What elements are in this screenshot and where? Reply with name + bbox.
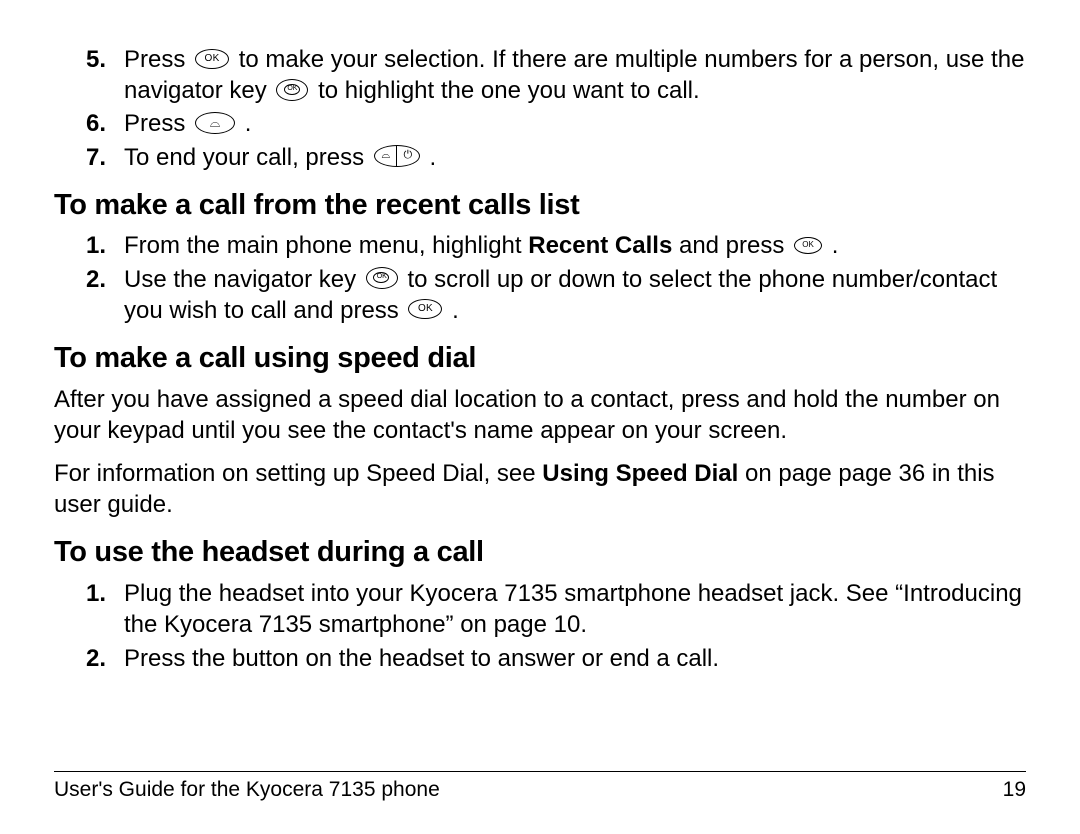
power-icon-half: ⏻ bbox=[396, 146, 419, 166]
page: 5. Press OK to make your selection. If t… bbox=[0, 0, 1080, 834]
step-number: 2. bbox=[86, 643, 124, 674]
step-text: From the main phone menu, highlight Rece… bbox=[124, 230, 1026, 261]
step-text: Press ⌓ . bbox=[124, 108, 1026, 139]
step-text: Use the navigator key to scroll up or do… bbox=[124, 264, 1026, 326]
steps-recent-calls: 1. From the main phone menu, highlight R… bbox=[54, 230, 1026, 326]
text-fragment: . bbox=[452, 297, 459, 324]
ok-button-icon: OK bbox=[794, 237, 822, 254]
step-text: Press the button on the headset to answe… bbox=[124, 643, 1026, 674]
paragraph-speed-dial-2: For information on setting up Speed Dial… bbox=[54, 458, 1026, 520]
text-fragment: . bbox=[429, 144, 436, 171]
navigator-key-icon bbox=[366, 267, 398, 289]
text-fragment: Press bbox=[124, 110, 192, 137]
menu-item-recent-calls: Recent Calls bbox=[528, 232, 672, 259]
step-1: 1. Plug the headset into your Kyocera 71… bbox=[54, 578, 1026, 640]
end-power-button-icon: ⌓ ⏻ bbox=[374, 145, 420, 167]
text-fragment: . bbox=[832, 232, 839, 259]
heading-speed-dial: To make a call using speed dial bbox=[54, 340, 1026, 378]
end-call-icon-half: ⌓ bbox=[375, 146, 397, 166]
text-fragment: Use the navigator key bbox=[124, 266, 363, 293]
text-fragment: . bbox=[245, 110, 252, 137]
cross-ref-using-speed-dial: Using Speed Dial bbox=[542, 460, 738, 487]
heading-recent-calls: To make a call from the recent calls lis… bbox=[54, 187, 1026, 225]
step-number: 6. bbox=[86, 108, 124, 139]
text-fragment: and press bbox=[679, 232, 791, 259]
step-6: 6. Press ⌓ . bbox=[54, 108, 1026, 139]
step-5: 5. Press OK to make your selection. If t… bbox=[54, 44, 1026, 106]
text-fragment: to highlight the one you want to call. bbox=[318, 77, 700, 104]
step-1: 1. From the main phone menu, highlight R… bbox=[54, 230, 1026, 261]
ok-button-icon: OK bbox=[195, 49, 229, 69]
page-content: 5. Press OK to make your selection. If t… bbox=[54, 44, 1026, 674]
step-number: 1. bbox=[86, 230, 124, 261]
text-fragment: For information on setting up Speed Dial… bbox=[54, 460, 542, 487]
step-text: Plug the headset into your Kyocera 7135 … bbox=[124, 578, 1026, 640]
page-footer: User's Guide for the Kyocera 7135 phone … bbox=[54, 771, 1026, 802]
text-fragment: Press bbox=[124, 46, 192, 73]
step-number: 5. bbox=[86, 44, 124, 75]
navigator-key-icon bbox=[276, 79, 308, 101]
paragraph-speed-dial-1: After you have assigned a speed dial loc… bbox=[54, 384, 1026, 446]
call-button-icon: ⌓ bbox=[195, 112, 235, 134]
step-number: 1. bbox=[86, 578, 124, 609]
footer-title: User's Guide for the Kyocera 7135 phone bbox=[54, 778, 440, 802]
page-number: 19 bbox=[1003, 778, 1026, 802]
step-number: 7. bbox=[86, 142, 124, 173]
step-2: 2. Use the navigator key to scroll up or… bbox=[54, 264, 1026, 326]
text-fragment: To end your call, press bbox=[124, 144, 371, 171]
step-7: 7. To end your call, press ⌓ ⏻ . bbox=[54, 142, 1026, 173]
step-number: 2. bbox=[86, 264, 124, 295]
step-2: 2. Press the button on the headset to an… bbox=[54, 643, 1026, 674]
steps-continuation: 5. Press OK to make your selection. If t… bbox=[54, 44, 1026, 173]
heading-headset: To use the headset during a call bbox=[54, 534, 1026, 572]
step-text: To end your call, press ⌓ ⏻ . bbox=[124, 142, 1026, 173]
text-fragment: From the main phone menu, highlight bbox=[124, 232, 528, 259]
ok-button-icon: OK bbox=[408, 299, 442, 319]
step-text: Press OK to make your selection. If ther… bbox=[124, 44, 1026, 106]
steps-headset: 1. Plug the headset into your Kyocera 71… bbox=[54, 578, 1026, 674]
